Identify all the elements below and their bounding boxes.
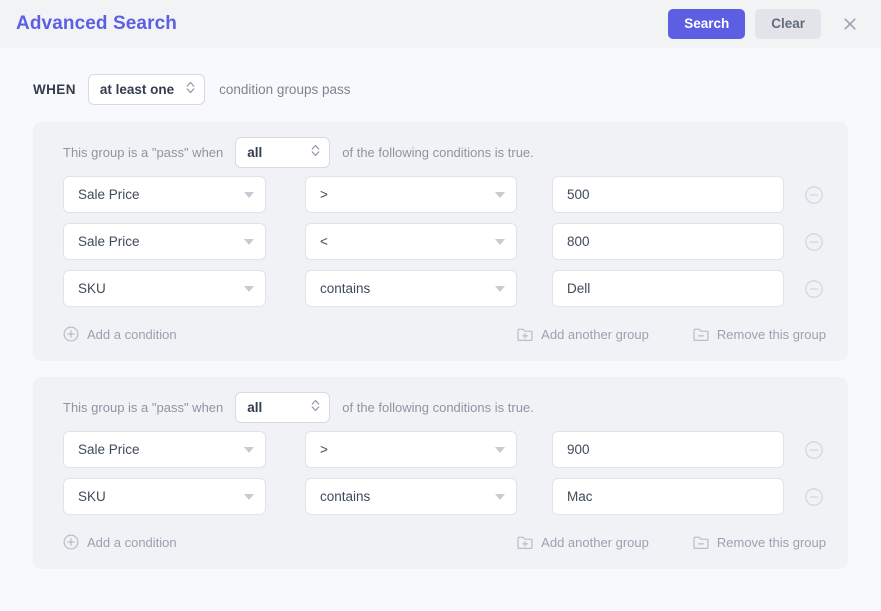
when-match-select[interactable]: at least one: [87, 73, 206, 105]
remove-condition-button[interactable]: [804, 232, 824, 252]
chevron-up-down-icon: [311, 144, 320, 161]
add-group-button[interactable]: Add another group: [517, 535, 649, 550]
condition-operator-select[interactable]: >: [305, 431, 517, 468]
condition-field-value: SKU: [78, 489, 106, 504]
group-header: This group is a "pass" when all of the fol…: [49, 136, 832, 168]
condition-operator-value: <: [320, 234, 328, 249]
remove-condition-button[interactable]: [804, 440, 824, 460]
condition-field-select[interactable]: Sale Price: [63, 223, 266, 260]
remove-group-label: Remove this group: [716, 326, 826, 342]
group-header-prefix: This group is a "pass" when: [63, 399, 224, 415]
condition-field-select[interactable]: Sale Price: [63, 176, 266, 213]
condition-operator-value: >: [320, 442, 328, 457]
add-group-button[interactable]: Add another group: [517, 327, 649, 342]
caret-down-icon: [244, 285, 254, 292]
condition-operator-select[interactable]: contains: [305, 478, 517, 515]
condition-row: Sale Price >: [49, 176, 832, 213]
condition-field-select[interactable]: SKU: [63, 478, 266, 515]
condition-operator-value: contains: [320, 489, 371, 504]
condition-field-select[interactable]: Sale Price: [63, 431, 266, 468]
header-actions: Search Clear: [668, 9, 865, 39]
caret-down-icon: [495, 493, 505, 500]
condition-group: This group is a "pass" when all of the fol…: [33, 122, 848, 361]
group-match-value: all: [247, 144, 263, 160]
condition-group: This group is a "pass" when all of the fol…: [33, 377, 848, 569]
when-label: WHEN: [33, 81, 76, 97]
when-suffix-text: condition groups pass: [219, 81, 351, 97]
condition-field-value: Sale Price: [78, 442, 140, 457]
group-header: This group is a "pass" when all of the fol…: [49, 391, 832, 423]
add-condition-label: Add a condition: [87, 326, 177, 342]
condition-row: SKU contains: [49, 478, 832, 515]
caret-down-icon: [244, 238, 254, 245]
condition-operator-value: contains: [320, 281, 371, 296]
condition-value-input[interactable]: [552, 270, 784, 307]
caret-down-icon: [495, 446, 505, 453]
condition-operator-value: >: [320, 187, 328, 202]
caret-down-icon: [495, 191, 505, 198]
caret-down-icon: [495, 238, 505, 245]
when-match-value: at least one: [99, 81, 175, 97]
chevron-up-down-icon: [186, 81, 195, 98]
caret-down-icon: [244, 191, 254, 198]
add-group-label: Add another group: [541, 326, 649, 342]
condition-value-input[interactable]: [552, 223, 784, 260]
group-header-suffix: of the following conditions is true.: [342, 144, 534, 160]
add-condition-button[interactable]: Add a condition: [63, 534, 177, 550]
add-condition-label: Add a condition: [87, 534, 177, 550]
group-header-suffix: of the following conditions is true.: [342, 399, 534, 415]
condition-row: Sale Price <: [49, 223, 832, 260]
condition-operator-select[interactable]: contains: [305, 270, 517, 307]
condition-row: SKU contains: [49, 270, 832, 307]
condition-field-select[interactable]: SKU: [63, 270, 266, 307]
condition-operator-select[interactable]: >: [305, 176, 517, 213]
condition-value-input[interactable]: [552, 478, 784, 515]
when-row: WHEN at least one condition groups pass: [0, 48, 881, 106]
caret-down-icon: [244, 493, 254, 500]
condition-value-input[interactable]: [552, 176, 784, 213]
group-match-value: all: [247, 399, 263, 415]
group-match-select[interactable]: all: [235, 136, 331, 168]
remove-condition-button[interactable]: [804, 279, 824, 299]
close-icon[interactable]: [835, 9, 865, 39]
dialog-header: Advanced Search Search Clear: [0, 0, 881, 48]
remove-condition-button[interactable]: [804, 487, 824, 507]
condition-value-input[interactable]: [552, 431, 784, 468]
remove-group-button[interactable]: Remove this group: [693, 327, 826, 342]
caret-down-icon: [244, 446, 254, 453]
group-footer-actions: Add another group Remove this group: [517, 327, 832, 342]
caret-down-icon: [495, 285, 505, 292]
group-footer: Add a condition Add another group Remove t…: [49, 317, 832, 351]
group-footer-actions: Add another group Remove this group: [517, 535, 832, 550]
remove-group-label: Remove this group: [716, 534, 826, 550]
condition-row: Sale Price >: [49, 431, 832, 468]
add-group-label: Add another group: [541, 534, 649, 550]
chevron-up-down-icon: [311, 399, 320, 416]
condition-field-value: Sale Price: [78, 234, 140, 249]
group-header-prefix: This group is a "pass" when: [63, 144, 224, 160]
remove-condition-button[interactable]: [804, 185, 824, 205]
search-button[interactable]: Search: [668, 9, 746, 39]
page-title: Advanced Search: [16, 13, 177, 34]
group-match-select[interactable]: all: [235, 391, 331, 423]
clear-button[interactable]: Clear: [755, 9, 821, 39]
condition-field-value: SKU: [78, 281, 106, 296]
add-condition-button[interactable]: Add a condition: [63, 326, 177, 342]
remove-group-button[interactable]: Remove this group: [693, 535, 826, 550]
condition-groups: This group is a "pass" when all of the fol…: [0, 122, 881, 569]
group-footer: Add a condition Add another group Remove t…: [49, 525, 832, 559]
condition-field-value: Sale Price: [78, 187, 140, 202]
condition-operator-select[interactable]: <: [305, 223, 517, 260]
